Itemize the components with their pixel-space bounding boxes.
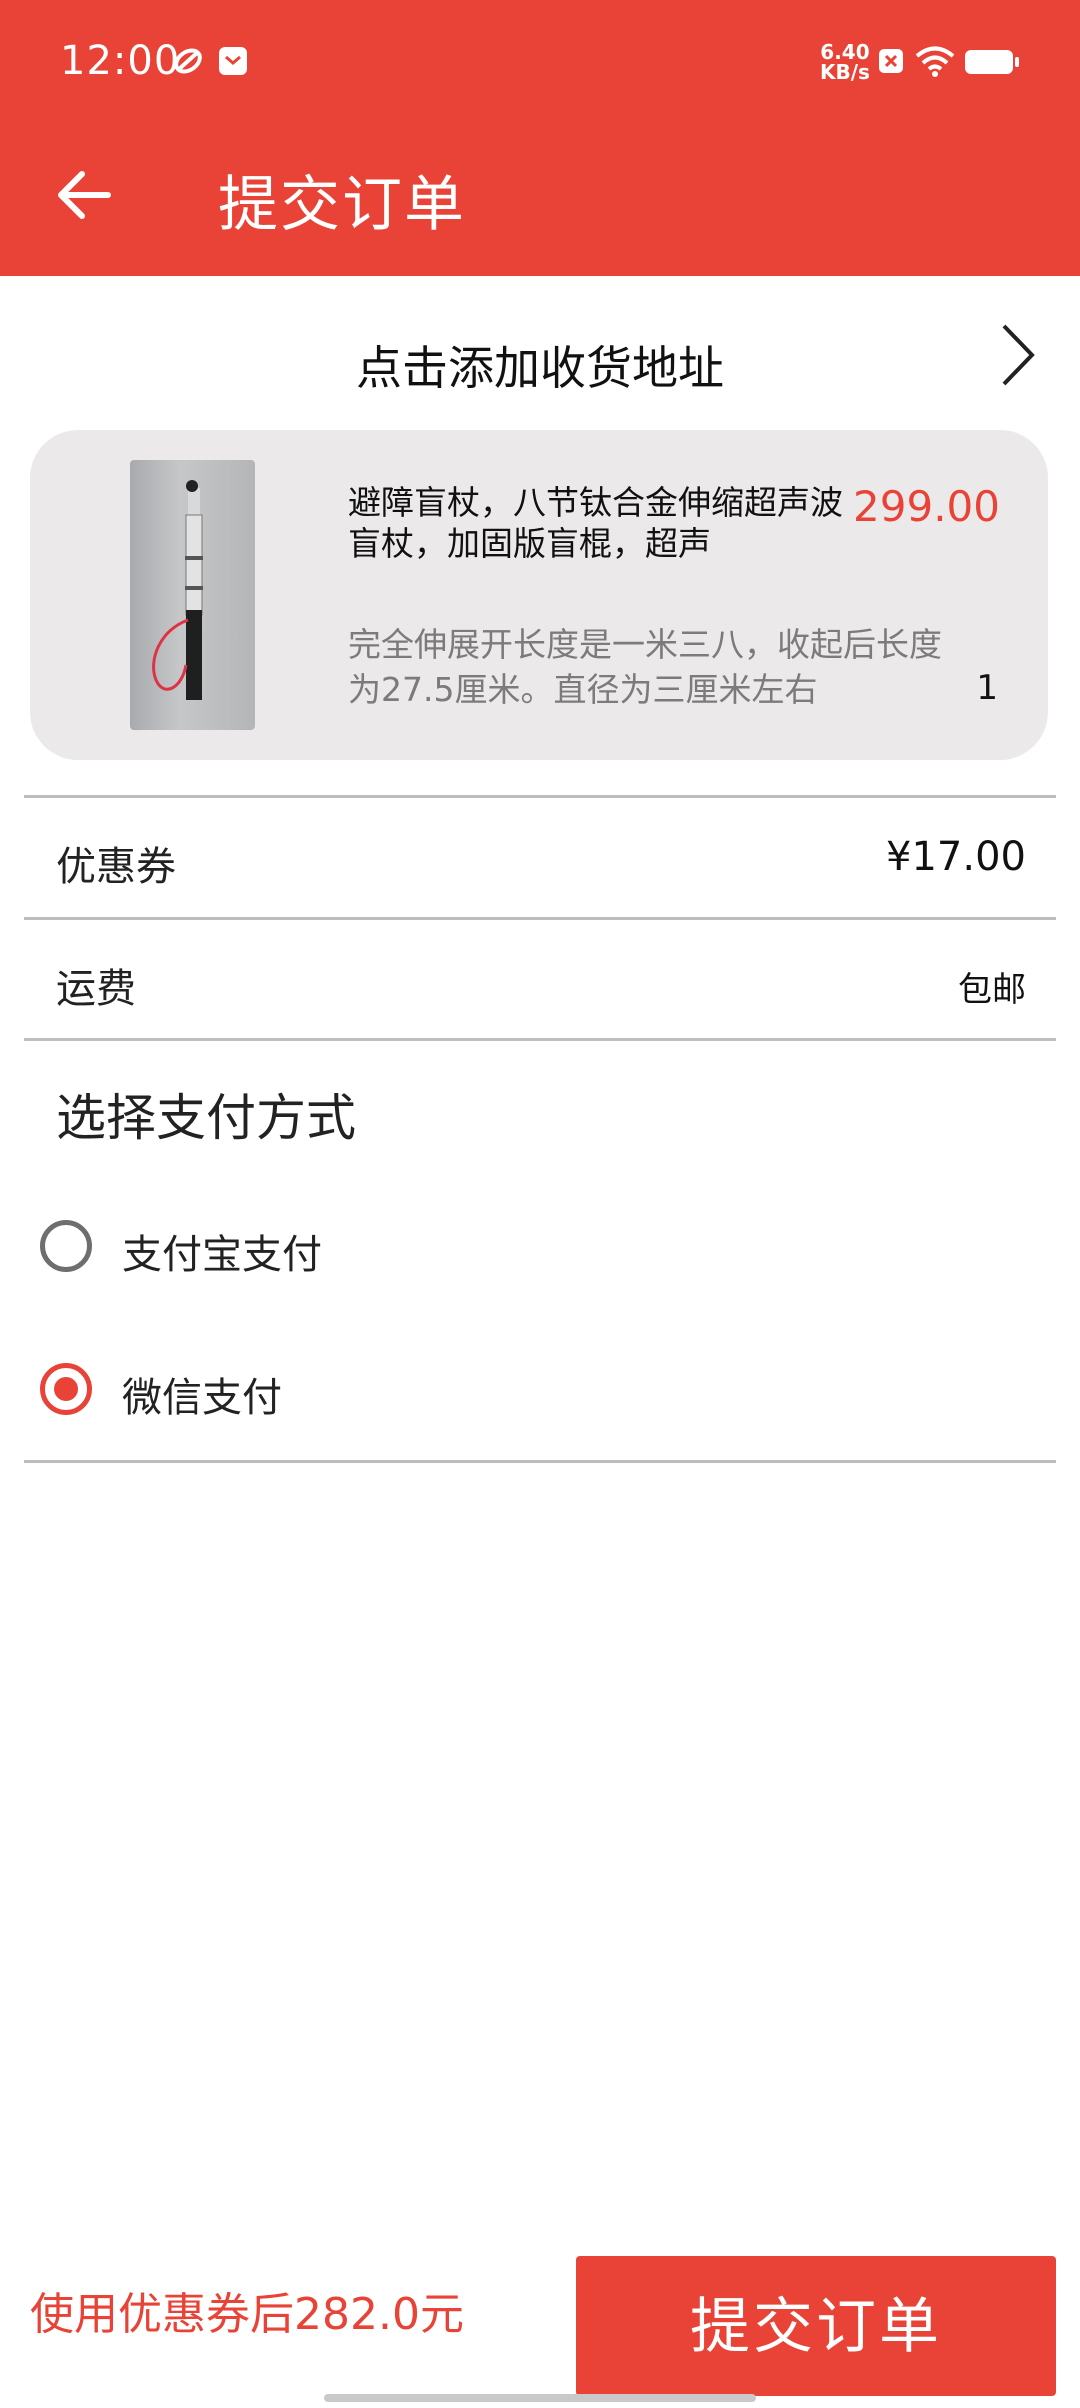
add-address-row[interactable]: 点击添加收货地址 bbox=[0, 292, 1080, 422]
divider bbox=[24, 1460, 1056, 1463]
back-arrow-icon[interactable] bbox=[50, 160, 120, 230]
coupon-label: 优惠券 bbox=[56, 844, 176, 890]
payment-method-title: 选择支付方式 bbox=[56, 1089, 356, 1147]
chevron-right-icon bbox=[1002, 324, 1035, 386]
submit-order-button[interactable]: 提交订单 bbox=[576, 2256, 1056, 2396]
wechat-label: 微信支付 bbox=[122, 1375, 282, 1421]
battery-icon bbox=[965, 50, 1019, 74]
product-card[interactable]: 避障盲杖，八节钛合金伸缩超声波盲杖，加固版盲棍，超声 299.00 完全伸展开长… bbox=[30, 430, 1048, 760]
discounted-total: 使用优惠券后282.0元 bbox=[30, 2289, 464, 2340]
coupon-row[interactable]: 优惠券 ¥17.00 bbox=[24, 795, 1056, 916]
network-speed-value: 6.40 bbox=[820, 40, 870, 64]
status-bar: 12:00 6.40 KB/s bbox=[0, 0, 1080, 120]
wifi-icon bbox=[915, 46, 955, 77]
product-description: 完全伸展开长度是一米三八，收起后长度为27.5厘米。直径为三厘米左右 bbox=[348, 625, 942, 709]
shipping-value: 包邮 bbox=[958, 970, 1026, 1010]
network-speed: 6.40 KB/s bbox=[820, 42, 870, 82]
no-sim-icon bbox=[879, 49, 903, 73]
product-name: 避障盲杖，八节钛合金伸缩超声波盲杖，加固版盲棍，超声 bbox=[348, 483, 843, 563]
status-time: 12:00 bbox=[60, 38, 181, 84]
divider bbox=[24, 1038, 1056, 1041]
network-speed-unit: KB/s bbox=[820, 60, 870, 84]
product-price: 299.00 bbox=[853, 482, 1000, 531]
sync-icon bbox=[174, 48, 202, 74]
alipay-label: 支付宝支付 bbox=[122, 1232, 322, 1278]
product-image bbox=[130, 460, 255, 730]
wechat-radio-button[interactable] bbox=[40, 1363, 92, 1415]
home-indicator[interactable] bbox=[324, 2394, 756, 2402]
shipping-label: 运费 bbox=[56, 966, 136, 1012]
payment-option-wechat[interactable]: 微信支付 bbox=[40, 1353, 640, 1433]
page-title: 提交订单 bbox=[218, 170, 466, 240]
payment-option-alipay[interactable]: 支付宝支付 bbox=[40, 1210, 640, 1290]
product-quantity: 1 bbox=[976, 668, 998, 708]
shipping-row: 运费 包邮 bbox=[24, 917, 1056, 1038]
app-header: 12:00 6.40 KB/s 提交订单 bbox=[0, 0, 1080, 276]
alipay-radio-button[interactable] bbox=[40, 1220, 92, 1272]
add-address-label: 点击添加收货地址 bbox=[356, 341, 724, 395]
message-icon bbox=[219, 47, 247, 75]
coupon-value: ¥17.00 bbox=[886, 834, 1026, 880]
